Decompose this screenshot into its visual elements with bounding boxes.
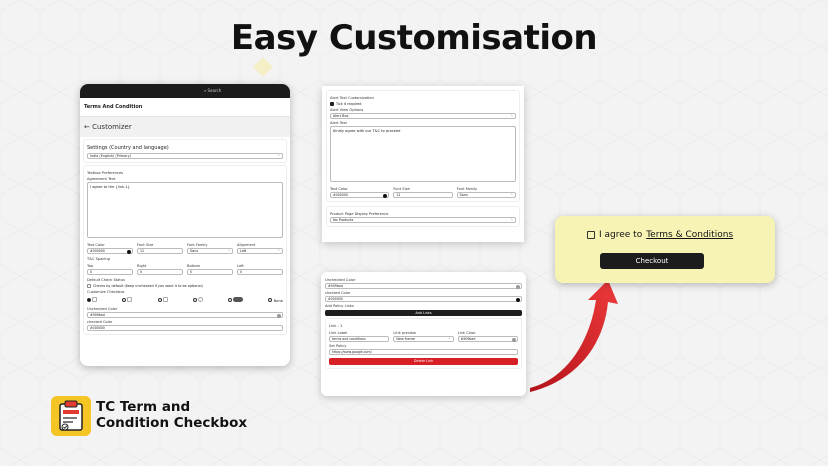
brand-line-2: Condition Checkbox	[96, 415, 248, 431]
app-logo	[51, 396, 91, 436]
checkout-preview: I agree to Terms & Conditions Checkout	[555, 216, 775, 283]
clipboard-icon	[59, 400, 83, 431]
agree-row: I agree to Terms & Conditions	[587, 230, 733, 240]
agree-checkbox[interactable]	[587, 231, 595, 239]
terms-link[interactable]: Terms & Conditions	[646, 230, 733, 240]
checkout-button[interactable]: Checkout	[600, 253, 704, 269]
agree-text: I agree to	[599, 230, 643, 240]
brand-name: TC Term and Condition Checkbox	[96, 399, 247, 431]
brand-line-1: TC Term and	[96, 399, 191, 415]
